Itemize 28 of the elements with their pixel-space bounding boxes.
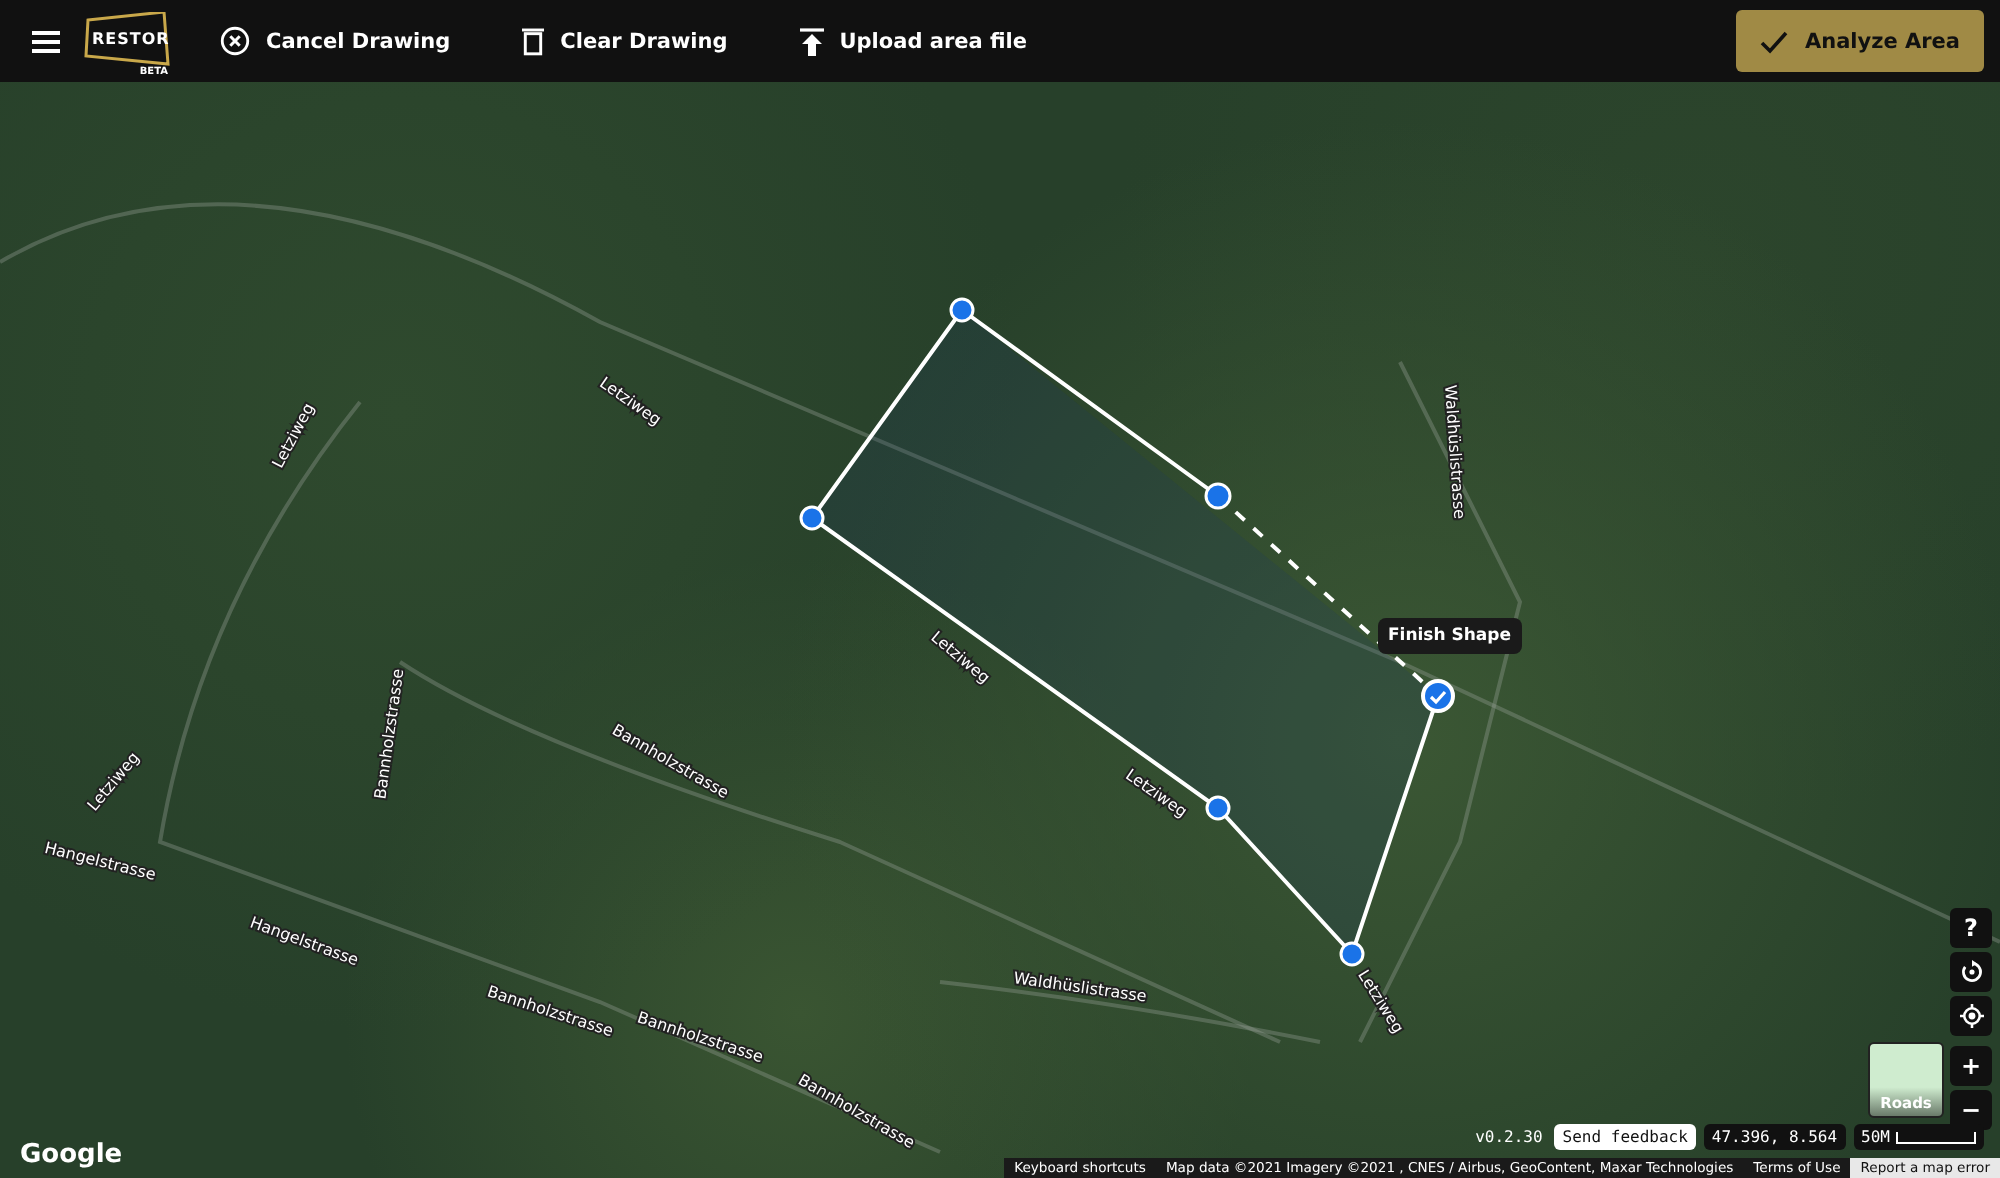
analyze-area-button[interactable]: Analyze Area <box>1736 10 1984 72</box>
toolbar-button[interactable]: Cancel Drawing <box>220 18 451 64</box>
close-circle-icon <box>220 26 250 56</box>
map-control-button[interactable] <box>1950 952 1992 992</box>
send-feedback-button[interactable]: Send feedback <box>1554 1124 1696 1150</box>
rotate-icon <box>1959 960 1983 984</box>
menu-icon[interactable] <box>32 29 60 53</box>
google-logo-text: Google <box>20 1140 123 1170</box>
upload-icon <box>799 27 824 55</box>
vertex-handle[interactable] <box>1205 795 1231 821</box>
toolbar-button[interactable]: Upload area file <box>799 19 1028 63</box>
check-icon <box>1760 29 1789 53</box>
vertex-handle[interactable] <box>949 297 975 323</box>
road-label: Waldhüslistrasse <box>1440 384 1469 520</box>
trash-icon <box>522 26 545 56</box>
map-control-button[interactable]: + <box>1950 1046 1992 1086</box>
finish-shape-tooltip: Finish Shape <box>1378 618 1522 654</box>
vertex-handle[interactable] <box>1339 941 1365 967</box>
toolbar-button[interactable]: Clear Drawing <box>522 18 728 64</box>
version-text: v0.2.30 <box>1475 1128 1543 1146</box>
vertex-handle[interactable] <box>799 505 825 531</box>
map-control-button[interactable] <box>1950 996 1992 1036</box>
finish-check-icon[interactable] <box>1421 679 1455 713</box>
vertex-handle[interactable] <box>1204 482 1232 510</box>
locate-icon <box>1959 1004 1983 1028</box>
scale-bar: 50M <box>1853 1124 1984 1150</box>
map-control-button[interactable]: ? <box>1950 908 1992 948</box>
coordinates-display: 47.396, 8.564 <box>1703 1124 1846 1150</box>
